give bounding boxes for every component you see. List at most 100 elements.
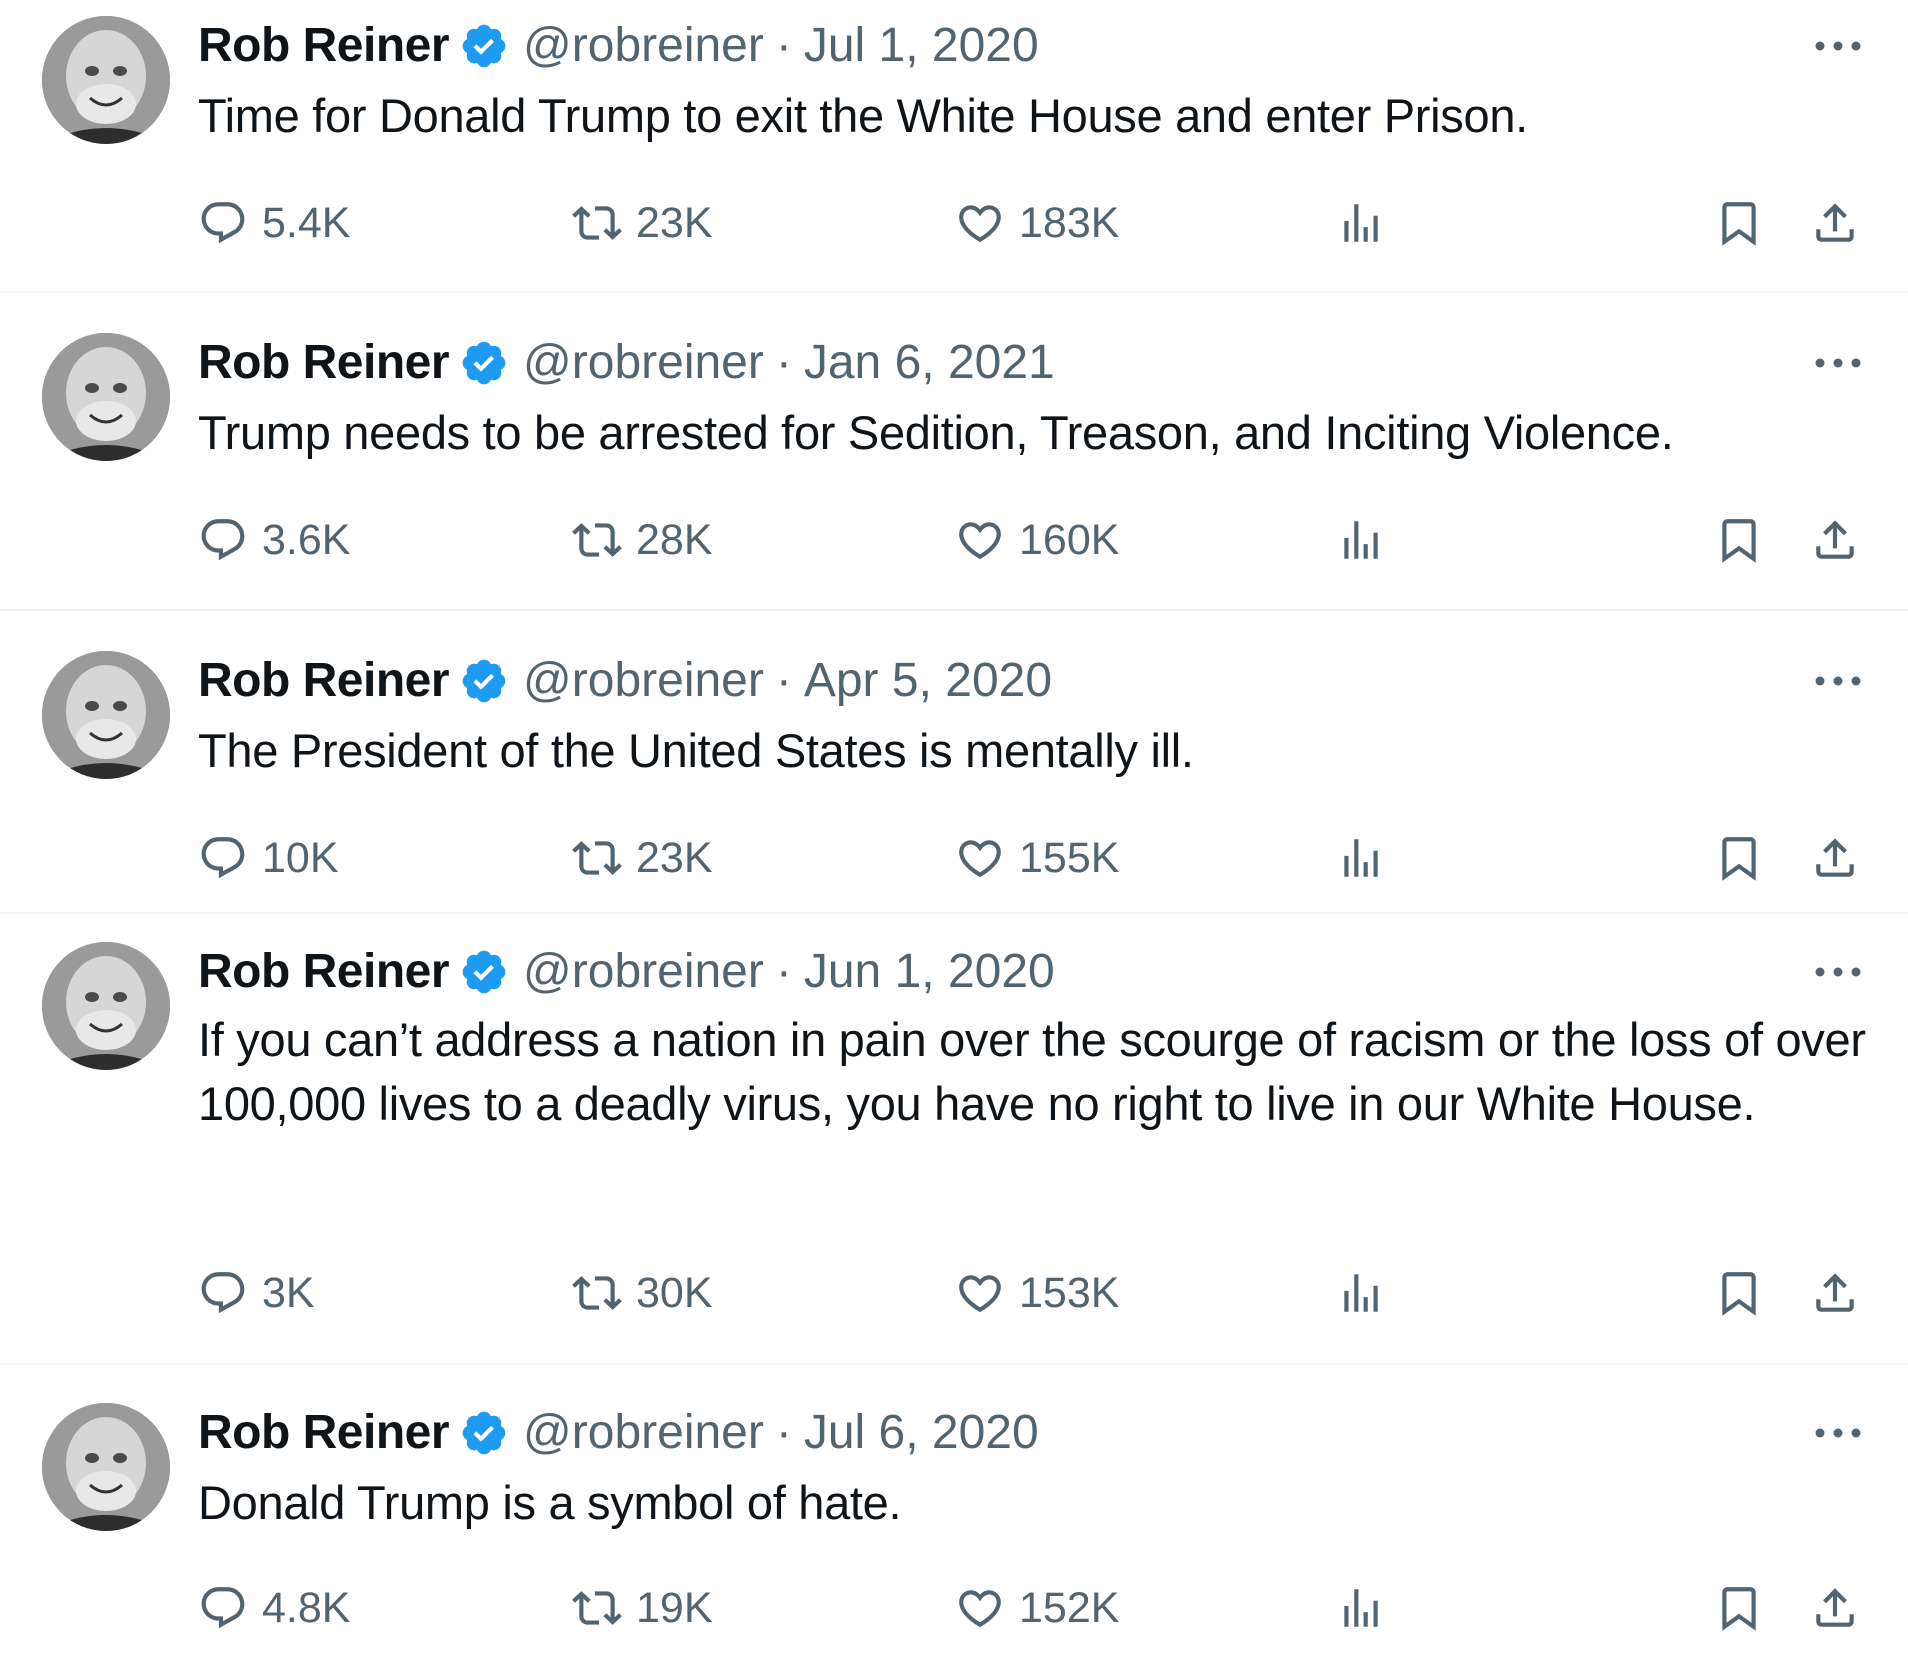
views-button[interactable] (1336, 1258, 1386, 1328)
views-button[interactable] (1336, 1573, 1386, 1643)
tweet-date[interactable]: Jun 1, 2020 (804, 940, 1055, 1004)
bookmark-button[interactable] (1714, 1573, 1764, 1643)
separator-dot: · (775, 945, 792, 998)
tweet-date[interactable]: Apr 5, 2020 (804, 649, 1052, 713)
reply-button[interactable]: 4.8K (198, 1573, 350, 1643)
tweet-date[interactable]: Jan 6, 2021 (804, 331, 1055, 395)
tweet-date[interactable]: Jul 1, 2020 (804, 14, 1039, 78)
share-button[interactable] (1810, 188, 1860, 258)
retweet-button[interactable]: 23K (572, 823, 713, 893)
bookmark-button[interactable] (1714, 188, 1764, 258)
tweet[interactable]: Rob Reiner @robreiner · Jan 6, 2021 Trum… (0, 293, 1908, 611)
retweet-button[interactable]: 28K (572, 505, 713, 575)
tweet[interactable]: Rob Reiner @robreiner · Jun 1, 2020 If y… (0, 914, 1908, 1365)
like-button[interactable]: 155K (955, 823, 1119, 893)
views-icon (1336, 1268, 1386, 1318)
avatar[interactable] (42, 16, 170, 144)
like-count: 160K (1019, 515, 1120, 564)
author-name[interactable]: Rob Reiner (198, 649, 450, 713)
author-handle[interactable]: @robreiner (523, 1401, 764, 1465)
retweet-icon (572, 1268, 622, 1318)
tweet-text: Time for Donald Trump to exit the White … (198, 89, 1528, 142)
retweet-count: 23K (636, 198, 713, 247)
retweet-button[interactable]: 19K (572, 1573, 713, 1643)
tweet-actions: 5.4K 23K 183K (0, 188, 1908, 258)
retweet-icon (572, 515, 622, 565)
separator-dot: · (775, 19, 792, 72)
heart-icon (955, 1268, 1005, 1318)
tweet-text: Trump needs to be arrested for Sedition,… (198, 406, 1674, 459)
like-button[interactable]: 183K (955, 188, 1119, 258)
heart-icon (955, 1583, 1005, 1633)
tweet-header: Rob Reiner @robreiner · Jul 6, 2020 (198, 1401, 1039, 1465)
more-options-icon[interactable] (1810, 351, 1866, 375)
reply-button[interactable]: 5.4K (198, 188, 350, 258)
like-button[interactable]: 153K (955, 1258, 1119, 1328)
share-button[interactable] (1810, 823, 1860, 893)
like-count: 155K (1019, 833, 1120, 882)
heart-icon (955, 198, 1005, 248)
tweet-actions: 3K 30K 153K (0, 1258, 1908, 1328)
views-button[interactable] (1336, 823, 1386, 893)
author-handle[interactable]: @robreiner (523, 14, 764, 78)
tweet-text: The President of the United States is me… (198, 724, 1194, 777)
verified-badge-icon (459, 656, 509, 706)
tweet-text: Donald Trump is a symbol of hate. (198, 1476, 902, 1529)
retweet-button[interactable]: 23K (572, 188, 713, 258)
tweet[interactable]: Rob Reiner @robreiner · Apr 5, 2020 The … (0, 611, 1908, 914)
share-button[interactable] (1810, 1258, 1860, 1328)
tweet-header: Rob Reiner @robreiner · Jun 1, 2020 (198, 940, 1055, 1004)
author-handle[interactable]: @robreiner (523, 331, 764, 395)
bookmark-button[interactable] (1714, 823, 1764, 893)
separator-dot: · (775, 1406, 792, 1459)
author-name[interactable]: Rob Reiner (198, 1401, 450, 1465)
separator-dot: · (775, 654, 792, 707)
tweet-date[interactable]: Jul 6, 2020 (804, 1401, 1039, 1465)
retweet-button[interactable]: 30K (572, 1258, 713, 1328)
like-button[interactable]: 160K (955, 505, 1119, 575)
reply-count: 10K (262, 833, 339, 882)
heart-icon (955, 515, 1005, 565)
share-icon (1810, 515, 1860, 565)
share-button[interactable] (1810, 1573, 1860, 1643)
more-options-icon[interactable] (1810, 669, 1866, 693)
verified-badge-icon (459, 21, 509, 71)
like-button[interactable]: 152K (955, 1573, 1119, 1643)
more-options-icon[interactable] (1810, 960, 1866, 984)
more-options-icon[interactable] (1810, 1421, 1866, 1445)
bookmark-button[interactable] (1714, 505, 1764, 575)
like-count: 152K (1019, 1583, 1120, 1632)
tweet[interactable]: Rob Reiner @robreiner · Jul 6, 2020 Dona… (0, 1365, 1908, 1664)
tweet-header: Rob Reiner @robreiner · Jul 1, 2020 (198, 14, 1039, 78)
reply-count: 3.6K (262, 515, 351, 564)
author-handle[interactable]: @robreiner (523, 649, 764, 713)
reply-count: 3K (262, 1268, 315, 1317)
share-icon (1810, 1583, 1860, 1633)
views-button[interactable] (1336, 505, 1386, 575)
retweet-icon (572, 198, 622, 248)
avatar[interactable] (42, 1403, 170, 1531)
reply-icon (198, 1583, 248, 1633)
bookmark-button[interactable] (1714, 1258, 1764, 1328)
author-handle[interactable]: @robreiner (523, 940, 764, 1004)
tweet-actions: 10K 23K 155K (0, 823, 1908, 893)
verified-badge-icon (459, 947, 509, 997)
retweet-count: 19K (636, 1583, 713, 1632)
reply-button[interactable]: 3K (198, 1258, 315, 1328)
author-name[interactable]: Rob Reiner (198, 14, 450, 78)
author-name[interactable]: Rob Reiner (198, 331, 450, 395)
avatar[interactable] (42, 651, 170, 779)
avatar[interactable] (42, 333, 170, 461)
avatar[interactable] (42, 942, 170, 1070)
author-name[interactable]: Rob Reiner (198, 940, 450, 1004)
bookmark-icon (1714, 515, 1764, 565)
views-icon (1336, 515, 1386, 565)
share-button[interactable] (1810, 505, 1860, 575)
share-icon (1810, 1268, 1860, 1318)
reply-button[interactable]: 10K (198, 823, 339, 893)
reply-count: 4.8K (262, 1583, 351, 1632)
reply-button[interactable]: 3.6K (198, 505, 350, 575)
tweet[interactable]: Rob Reiner @robreiner · Jul 1, 2020 Time… (0, 0, 1908, 293)
more-options-icon[interactable] (1810, 34, 1866, 58)
views-button[interactable] (1336, 188, 1386, 258)
